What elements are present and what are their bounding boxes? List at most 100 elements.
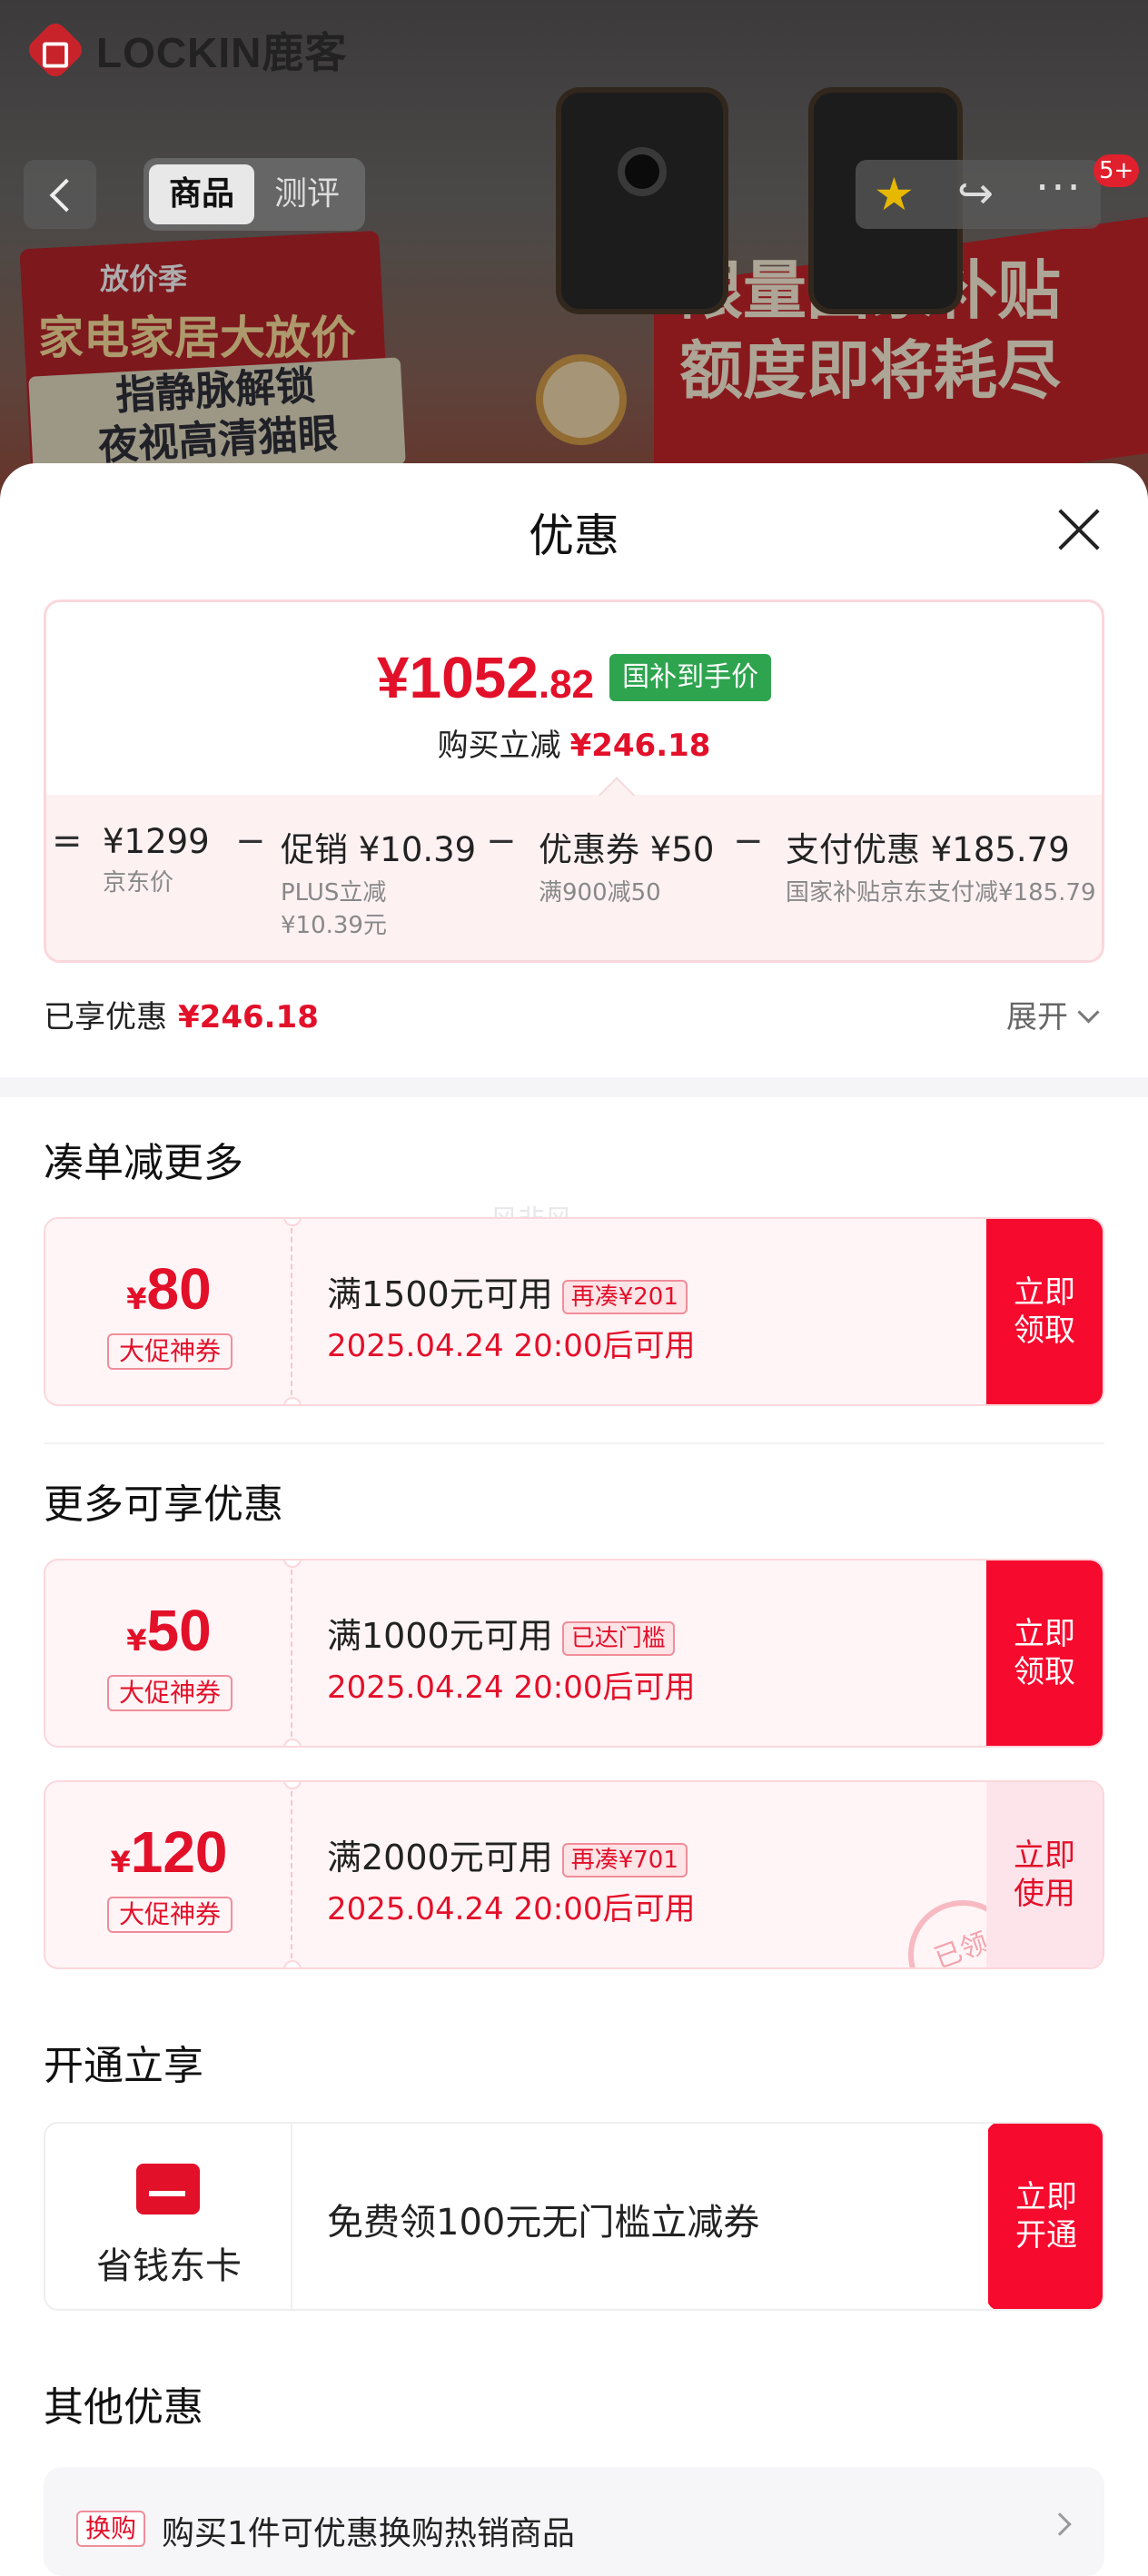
close-icon[interactable] [1054,505,1104,556]
coupon-card[interactable]: ¥120 大促神券 满2000元可用 再凑¥701 2025.04.24 20:0… [44,1780,1104,1969]
coupon-amount: ¥120 [45,1818,292,1886]
top-actions: ★ ↪ ··· [856,160,1101,229]
tab-product[interactable]: 商品 [149,164,254,224]
instant-discount-label: 购买立减 [437,728,561,764]
final-price-decimal: .82 [538,662,595,707]
open-membership-button[interactable]: 立即开通 [988,2124,1103,2309]
instant-discount: 购买立减 ¥246.18 [46,720,1102,765]
minus-sign: − [733,820,764,862]
coupon-value: 优惠券 ¥50 [539,830,715,869]
final-price: ¥1052.82 [377,645,594,710]
share-icon[interactable]: ↪ [957,171,994,216]
condition-chip: 再凑¥201 [561,1279,688,1314]
brand-logo: LOCKIN鹿客 [24,18,348,82]
chevron-right-icon [1048,2512,1072,2536]
enjoyed-label: 已享优惠 [44,999,167,1035]
minus-sign: − [486,820,517,862]
promo-note-line2: ¥10.39元 [281,912,387,939]
exchange-chip: 换购 [76,2511,146,2547]
more-icon[interactable]: ··· [1035,165,1083,211]
message-count-badge: 5+ [1094,154,1140,187]
membership-card[interactable]: 省钱东卡 免费领100元无门槛立减券 立即开通 [44,2122,1104,2311]
breakdown-promo: 促销 ¥10.39 PLUS立减 ¥10.39元 [281,822,476,942]
subsidy-price-badge: 国补到手价 [609,654,772,701]
condition-chip: 已达门槛 [561,1620,675,1656]
coupon-amount-value: 120 [130,1819,228,1885]
coupon-note: 满900减50 [539,879,661,907]
currency-symbol: ¥ [126,1282,147,1316]
membership-desc: 免费领100元无门槛立减券 [327,2202,760,2244]
coupon-left: ¥50 大促神券 [45,1560,292,1746]
coupon-notch [283,1739,302,1746]
coupon-left: ¥80 大促神券 [45,1219,292,1404]
membership-name: 省钱东卡 [96,2245,242,2287]
claim-button[interactable]: 立即领取 [986,1560,1103,1746]
coupon-amount-value: 80 [146,1256,212,1322]
currency-symbol: ¥ [110,1845,131,1879]
coupon-notch [283,1397,302,1404]
product-hero: 限量国家补贴 额度即将耗尽 放价季 家电家居大放价 指静脉解锁 夜视高清猫眼 L… [0,0,1148,509]
other-offer-text: 购买1件可优惠换购热销商品 [162,2515,575,2552]
payment-note: 国家补贴京东支付减¥185.79 [786,879,1096,907]
breakdown-strip[interactable]: = ¥1299 京东价 − 促销 ¥10.39 PLUS立减 ¥10.39元 − … [46,795,1102,960]
coupon-time: 2025.04.24 20:00后可用 [327,1328,696,1364]
coupon-tag: 大促神券 [107,1675,233,1711]
equals-sign: = [52,820,83,862]
breakdown-jd-price: ¥1299 京东价 [103,822,210,899]
section-title-more: 凑单减更多 [44,1140,243,1186]
final-price-row: ¥1052.82 国补到手价 [46,644,1102,711]
coupon-tag: 大促神券 [107,1333,233,1370]
page-tabs: 商品 测评 [144,158,365,231]
coupon-amount: ¥50 [45,1597,292,1664]
coupon-time: 2025.04.24 20:00后可用 [327,1891,696,1927]
minus-sign: − [235,820,266,862]
deer-logo-icon [24,18,87,82]
use-button[interactable]: 立即使用 [986,1782,1103,1967]
card-icon [136,2164,200,2214]
section-title-enjoy: 更多可享优惠 [44,1481,283,1528]
coupon-condition: 满1500元可用 再凑¥201 [327,1266,688,1316]
coupon-condition: 满1000元可用 已达门槛 [327,1608,675,1658]
discount-sheet: 优惠 ¥1052.82 国补到手价 购买立减 ¥246.18 = ¥1299 京东… [0,463,1148,2576]
coupon-left: ¥120 大促神券 [45,1782,292,1967]
jd-price-value: ¥1299 [103,822,210,861]
promo-note-line1: PLUS立减 [281,879,387,907]
favorite-star-icon[interactable]: ★ [874,172,915,217]
section-divider [0,1077,1148,1097]
condition-text: 满1000元可用 [327,1616,553,1656]
condition-text: 满1500元可用 [327,1274,553,1314]
condition-text: 满2000元可用 [327,1838,553,1878]
promo-note: PLUS立减 ¥10.39元 [281,877,476,942]
coupon-amount-value: 50 [146,1598,212,1663]
coupon-notch [283,1960,302,1967]
coupon-tag: 大促神券 [107,1897,233,1933]
back-button[interactable] [24,160,96,229]
section-title-open: 开通立享 [44,2043,203,2089]
breakdown-coupon: 优惠券 ¥50 满900减50 [539,822,714,909]
coupon-condition: 满2000元可用 再凑¥701 [327,1829,688,1879]
coupon-time: 2025.04.24 20:00后可用 [327,1669,696,1706]
sheet-title: 优惠 [529,510,619,562]
expand-button[interactable]: 展开 [1006,992,1096,1036]
condition-chip: 再凑¥701 [561,1842,688,1878]
breakdown-payment: 支付优惠 ¥185.79 国家补贴京东支付减¥185.79 [786,822,1096,909]
price-breakdown-card: ¥1052.82 国补到手价 购买立减 ¥246.18 = ¥1299 京东价 −… [44,599,1104,963]
promo-value: 促销 ¥10.39 [281,830,477,869]
coupon-amount: ¥80 [45,1255,292,1323]
enjoyed-discount: 已享优惠 ¥246.18 [44,992,319,1036]
jd-price-note: 京东价 [103,869,174,897]
divider [44,1442,1104,1444]
coupon-card[interactable]: ¥50 大促神券 满1000元可用 已达门槛 2025.04.24 20:00后可… [44,1559,1104,1748]
claim-button[interactable]: 立即领取 [986,1219,1103,1404]
final-price-integer: ¥1052 [376,645,539,710]
currency-symbol: ¥ [126,1623,147,1658]
enjoyed-value: ¥246.18 [178,999,319,1035]
other-offer-row[interactable]: 换购 购买1件可优惠换购热销商品 [44,2467,1104,2576]
instant-discount-value: ¥246.18 [569,728,711,764]
payment-value: 支付优惠 ¥185.79 [786,830,1070,869]
tab-review[interactable]: 测评 [254,164,360,224]
brand-name: LOCKIN鹿客 [96,29,348,76]
membership-left: 省钱东卡 [45,2124,292,2309]
coupon-card[interactable]: ¥80 大促神券 满1500元可用 再凑¥201 2025.04.24 20:00… [44,1217,1104,1406]
section-title-other: 其他优惠 [44,2384,203,2431]
